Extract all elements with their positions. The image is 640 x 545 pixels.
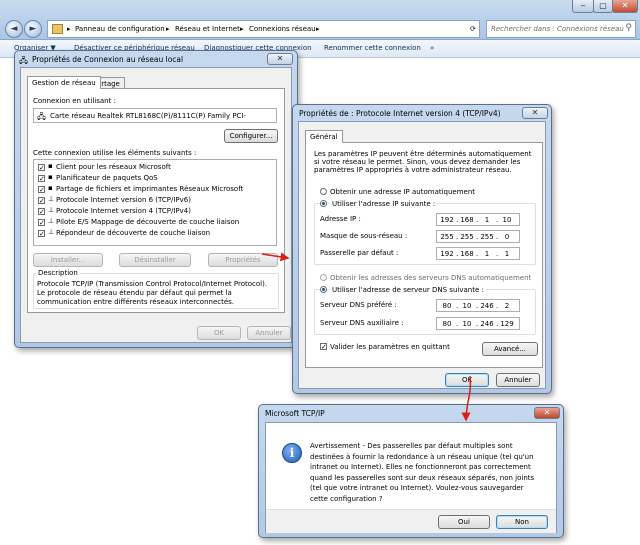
arrow-to-warning (461, 375, 472, 422)
tab-networking[interactable]: Gestion de réseau (27, 76, 101, 89)
tab-general[interactable]: Général (305, 130, 343, 143)
arrow-to-ipv4 (261, 252, 290, 262)
